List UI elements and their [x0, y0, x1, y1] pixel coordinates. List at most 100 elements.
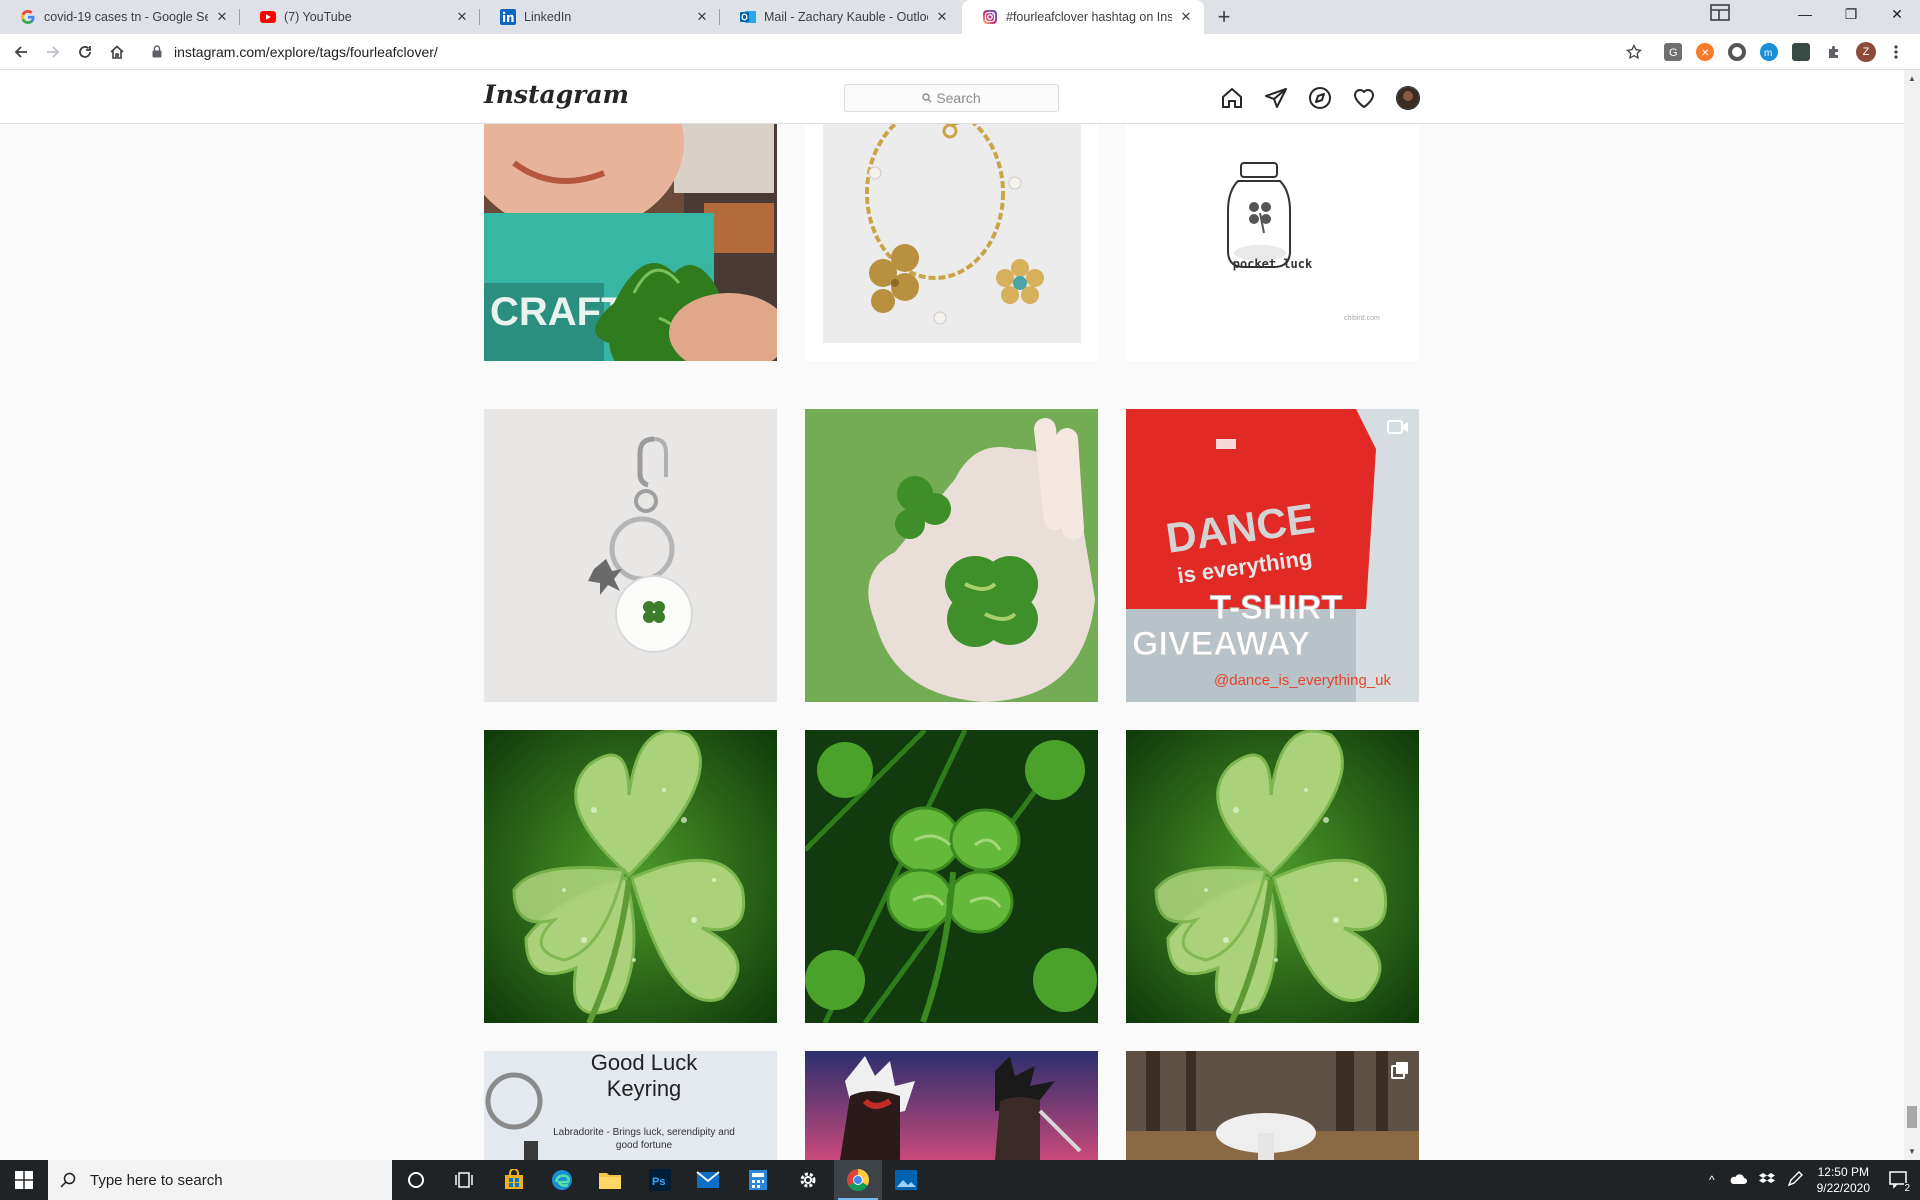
notification-count: 2 [1904, 1182, 1910, 1194]
tab-outlook[interactable]: Mail - Zachary Kauble - Outlook ✕ [720, 0, 960, 34]
calculator-icon[interactable] [734, 1160, 782, 1200]
tab-google[interactable]: covid-19 cases tn - Google Search ✕ [0, 0, 240, 34]
extensions-puzzle-icon[interactable] [1822, 40, 1846, 64]
bookmark-star-icon[interactable] [1622, 40, 1646, 64]
profile-avatar-icon[interactable] [1396, 86, 1420, 110]
clock-date: 9/22/2020 [1816, 1181, 1870, 1195]
search-icon [60, 1172, 76, 1188]
new-tab-button[interactable]: + [1210, 4, 1238, 29]
post-tile-clover-field[interactable] [805, 730, 1098, 1023]
extension-photo-icon[interactable] [1792, 43, 1810, 61]
close-tab-icon[interactable]: ✕ [454, 9, 470, 25]
show-hidden-icons-icon[interactable]: ^ [1709, 1173, 1715, 1187]
pen-icon[interactable] [1787, 1170, 1803, 1190]
watermark: chibird.com [1344, 315, 1380, 322]
maximize-icon[interactable]: ❐ [1828, 0, 1874, 28]
chrome-icon[interactable] [834, 1160, 882, 1200]
taskbar-search-input[interactable]: Type here to search [48, 1160, 392, 1200]
instagram-logo[interactable]: Instagram [484, 80, 629, 109]
minimize-icon[interactable]: — [1782, 0, 1828, 28]
task-view-icon[interactable] [440, 1160, 488, 1200]
tab-youtube[interactable]: (7) YouTube ✕ [240, 0, 480, 34]
activity-heart-icon[interactable] [1352, 86, 1376, 110]
post-tile-tshirt-giveaway[interactable]: DANCE is everything T-SHIRT GIVEAWAY @da… [1126, 409, 1419, 702]
post-tile-boy-clover[interactable]: CRAFT [484, 103, 777, 361]
explore-compass-icon[interactable] [1308, 86, 1332, 110]
search-placeholder: Search [936, 90, 981, 106]
post-tile-hand-clover[interactable] [805, 409, 1098, 702]
svg-text:Ps: Ps [652, 1176, 665, 1188]
search-icon [922, 93, 932, 103]
lock-icon[interactable] [152, 45, 162, 63]
dropbox-icon[interactable] [1758, 1172, 1775, 1189]
windows-start-icon[interactable] [0, 1160, 48, 1200]
close-window-icon[interactable]: ✕ [1874, 0, 1920, 28]
post-tile-keyring[interactable]: Good Luck Keyring Labradorite - Brings l… [484, 1051, 777, 1160]
tab-strip: covid-19 cases tn - Google Search ✕ (7) … [0, 0, 1920, 34]
scroll-down-icon[interactable]: ▼ [1908, 1147, 1916, 1156]
tab-instagram[interactable]: #fourleafclover hashtag on Instagram ✕ [962, 0, 1204, 34]
window-controls: — ❐ ✕ [1782, 0, 1920, 28]
profile-avatar[interactable]: Z [1854, 40, 1878, 64]
post-tile-keychain[interactable] [484, 409, 777, 702]
chrome-menu-icon[interactable] [1884, 40, 1908, 64]
linkedin-icon [500, 9, 516, 25]
close-tab-icon[interactable]: ✕ [214, 9, 230, 25]
photoshop-icon[interactable]: Ps [636, 1160, 684, 1200]
post-tile-pocket-luck[interactable]: pocket luck chibird.com [1126, 103, 1419, 361]
extension-m-icon[interactable]: m [1760, 43, 1778, 61]
home-icon[interactable] [105, 40, 129, 64]
post-caption: pocket luck [1232, 257, 1313, 271]
notifications-icon[interactable]: 2 [1888, 1169, 1910, 1194]
address-bar[interactable]: instagram.com/explore/tags/fourleafclove… [140, 38, 1640, 66]
post-tile-dew-clover[interactable] [484, 730, 777, 1023]
back-icon[interactable] [9, 40, 33, 64]
post-tile-dew-clover-2[interactable] [1126, 730, 1419, 1023]
extension-g-icon[interactable]: G [1664, 43, 1682, 61]
page-scrollbar[interactable]: ▲ ▼ [1904, 70, 1920, 1160]
post-tile-anime[interactable] [805, 1051, 1098, 1160]
clock-time: 12:50 PM [1817, 1165, 1869, 1179]
scrollbar-thumb[interactable] [1907, 1106, 1917, 1128]
video-icon [1387, 419, 1409, 440]
post-tile-forest[interactable] [1126, 1051, 1419, 1160]
tshirt-line4: GIVEAWAY [1132, 625, 1311, 663]
post-tile-bracelet[interactable] [805, 103, 1098, 361]
instagram-icon [982, 9, 998, 25]
carousel-icon [1391, 1061, 1409, 1084]
keyring-title-line1: Good Luck [591, 1051, 698, 1075]
instagram-page: CRAFT pocket luck chibird.com DANCE is e… [0, 70, 1904, 1160]
settings-gear-icon[interactable] [784, 1160, 832, 1200]
photos-icon[interactable] [882, 1160, 930, 1200]
home-nav-icon[interactable] [1220, 86, 1244, 110]
tab-title: Mail - Zachary Kauble - Outlook [764, 10, 928, 24]
file-explorer-icon[interactable] [586, 1160, 634, 1200]
system-tray: ^ 12:50 PM 9/22/2020 2 [1701, 1160, 1920, 1200]
keyring-subtitle-line1: Labradorite - Brings luck, serendipity a… [553, 1127, 735, 1138]
tab-title: covid-19 cases tn - Google Search [44, 10, 208, 24]
url-text: instagram.com/explore/tags/fourleafclove… [174, 44, 438, 60]
tab-search-icon[interactable] [1708, 3, 1732, 23]
cortana-icon[interactable] [392, 1160, 440, 1200]
scroll-up-icon[interactable]: ▲ [1908, 74, 1916, 83]
tab-linkedin[interactable]: LinkedIn ✕ [480, 0, 720, 34]
reload-icon[interactable] [73, 40, 97, 64]
onedrive-cloud-icon[interactable] [1729, 1173, 1747, 1188]
mail-icon[interactable] [684, 1160, 732, 1200]
close-tab-icon[interactable]: ✕ [934, 9, 950, 25]
close-tab-icon[interactable]: ✕ [1178, 9, 1194, 25]
tab-title: #fourleafclover hashtag on Instagram [1006, 10, 1172, 24]
instagram-search-input[interactable]: Search [844, 84, 1059, 112]
browser-toolbar: instagram.com/explore/tags/fourleafclove… [0, 34, 1920, 70]
extension-circle-icon[interactable] [1728, 43, 1746, 61]
edge-icon[interactable] [538, 1160, 586, 1200]
store-icon[interactable] [490, 1160, 538, 1200]
keyring-subtitle-line2: good fortune [616, 1140, 673, 1151]
forward-icon[interactable] [41, 40, 65, 64]
close-tab-icon[interactable]: ✕ [694, 9, 710, 25]
direct-messages-icon[interactable] [1264, 86, 1288, 110]
taskbar-clock[interactable]: 12:50 PM 9/22/2020 [1817, 1164, 1870, 1196]
extension-x-icon[interactable]: ✕ [1696, 43, 1714, 61]
svg-text:m: m [1764, 48, 1772, 59]
tshirt-handle: @dance_is_everything_uk [1214, 672, 1392, 689]
